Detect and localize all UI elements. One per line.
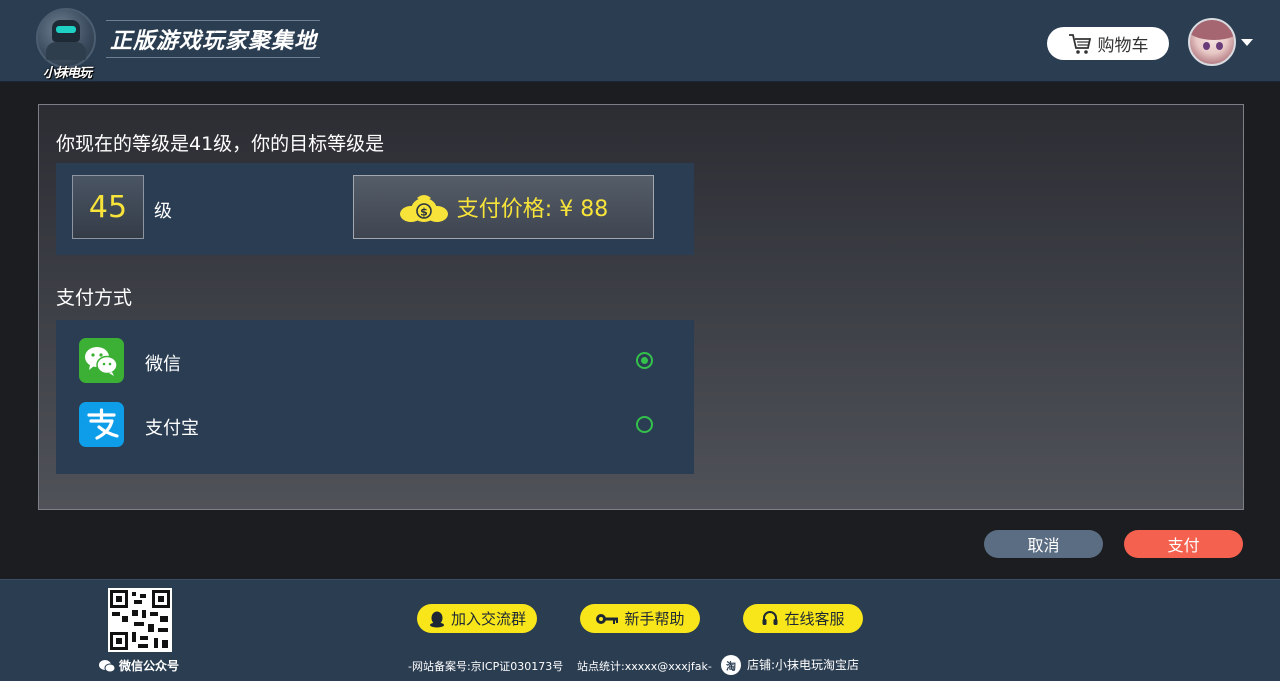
avatar[interactable] (1188, 18, 1236, 66)
cancel-button[interactable]: 取消 (984, 530, 1103, 558)
logo-text: 小抹电玩 (42, 66, 92, 81)
alipay-icon (79, 402, 124, 447)
headset-icon (762, 610, 778, 625)
key-icon (596, 613, 619, 624)
wechat-official-account-label: 微信公众号 (98, 657, 179, 674)
avatar-hair (1190, 20, 1234, 40)
site-slogan: 正版游戏玩家聚集地 (106, 20, 320, 58)
site-stats: 站点统计:xxxxx@xxxjfak- (577, 660, 712, 673)
payment-option-alipay[interactable]: 支付宝 (56, 393, 694, 457)
cart-button[interactable]: 购物车 (1047, 27, 1169, 60)
payment-option-wechat[interactable]: 微信 (56, 329, 694, 393)
qq-icon (429, 611, 444, 627)
payment-option-label: 支付宝 (145, 418, 199, 439)
online-service-button[interactable]: 在线客服 (743, 604, 863, 633)
join-group-button[interactable]: 加入交流群 (417, 604, 537, 633)
payment-method-list: 微信 支付宝 (56, 320, 694, 474)
svg-text:$: $ (420, 206, 428, 219)
top-header: 小抹电玩 正版游戏玩家聚集地 购物车 (0, 0, 1280, 82)
wechat-small-icon (99, 659, 116, 672)
avatar-eye (1203, 42, 1210, 50)
cart-icon (1068, 33, 1091, 54)
money-bag-icon: $ (399, 195, 448, 222)
help-button[interactable]: 新手帮助 (580, 604, 700, 633)
level-prompt: 你现在的等级是41级，你的目标等级是 (56, 133, 385, 155)
level-unit: 级 (154, 201, 172, 222)
site-logo[interactable]: 小抹电玩 (30, 6, 102, 81)
price-display: $ 支付价格: ¥ 88 (353, 175, 654, 239)
level-box: 45 级 $ 支付价格: ¥ 88 (56, 163, 694, 255)
footer: 微信公众号 加入交流群 新手帮助 在线客服 -网站备案号:京ICP证030173… (0, 579, 1280, 681)
icp-record: -网站备案号:京ICP证030173号 (408, 660, 564, 673)
wechat-icon (79, 338, 124, 383)
radio-unselected[interactable] (636, 416, 653, 433)
taobao-icon: 淘 (721, 655, 741, 675)
logo-mascot-body (46, 42, 86, 60)
caret-down-icon[interactable] (1241, 39, 1253, 46)
qr-code (108, 588, 172, 652)
shop-link[interactable]: 店铺:小抹电玩淘宝店 (747, 656, 859, 673)
logo-mascot-visor (56, 26, 76, 33)
payment-option-label: 微信 (145, 354, 181, 375)
radio-selected[interactable] (636, 352, 653, 369)
price-label: 支付价格: ¥ 88 (456, 197, 609, 222)
pay-button[interactable]: 支付 (1124, 530, 1243, 558)
payment-method-title: 支付方式 (56, 287, 133, 309)
cart-label: 购物车 (1097, 36, 1149, 56)
target-level-input[interactable]: 45 (72, 175, 144, 239)
avatar-eye (1216, 42, 1223, 50)
order-panel: 你现在的等级是41级，你的目标等级是 45 级 $ 支付价格: ¥ 88 支付方… (38, 104, 1244, 510)
